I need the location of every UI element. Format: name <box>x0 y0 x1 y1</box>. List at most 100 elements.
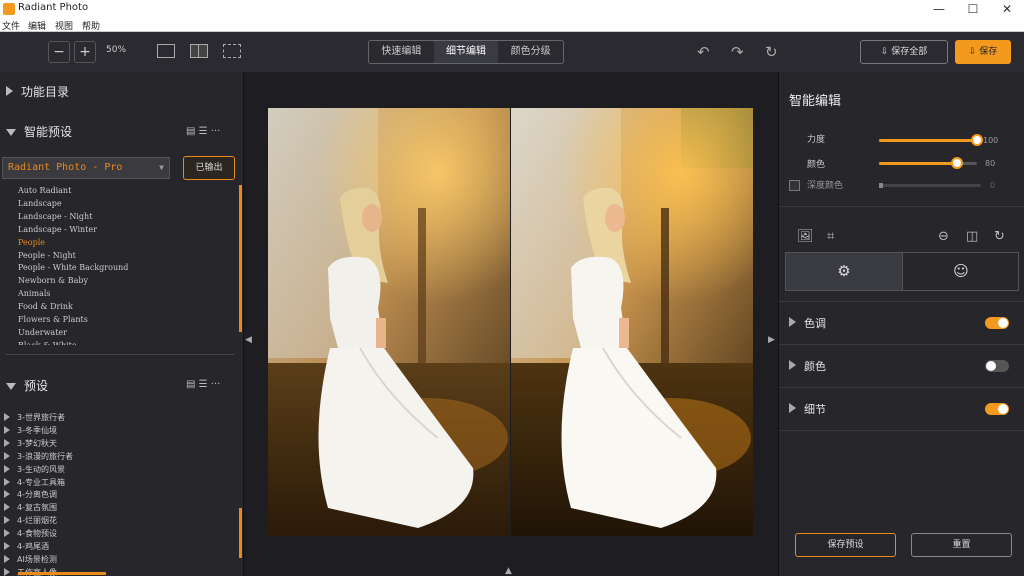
depth-color-checkbox[interactable] <box>789 180 800 191</box>
flip-vertical-icon[interactable]: ⊖ <box>938 229 949 244</box>
depth-color-value: 0 <box>990 181 996 190</box>
preset-item[interactable]: 3-生动的风景 <box>4 464 229 477</box>
strength-slider-handle[interactable] <box>971 134 983 146</box>
split-view-icon[interactable] <box>190 44 208 58</box>
smart-preset-item[interactable]: Landscape - Night <box>18 211 233 224</box>
preset-item[interactable]: 4-分离色调 <box>4 489 229 502</box>
smart-preset-item[interactable]: Animals <box>18 288 233 301</box>
smart-preset-item[interactable]: Newborn & Baby <box>18 275 233 288</box>
color-slider-handle[interactable] <box>951 157 964 169</box>
portrait-tab-icon[interactable]: ☺ <box>903 253 1019 290</box>
smart-preset-select[interactable]: Radiant Photo - Pro ▼ <box>2 157 170 179</box>
undo-icon[interactable]: ↶ <box>697 43 710 61</box>
image-canvas[interactable]: ◀ ▶ ▲ <box>244 72 778 576</box>
preset-item[interactable]: 4-鸡尾酒 <box>4 541 229 554</box>
edit-tool-tabs: ⚙ ☺ <box>785 252 1019 291</box>
app-logo-icon <box>3 3 15 15</box>
tone-toggle[interactable] <box>985 317 1009 329</box>
edit-mode-switch: 快速编辑 细节编辑 颜色分级 <box>368 40 564 64</box>
after-image[interactable] <box>511 108 753 536</box>
expand-arrow-icon <box>4 516 10 525</box>
right-panel-toggle-icon[interactable]: ▶ <box>768 335 775 345</box>
rotate-icon[interactable]: ↻ <box>994 229 1005 244</box>
catalog-title: 功能目录 <box>21 85 70 99</box>
smart-preset-item[interactable]: Flowers & Plants <box>18 314 233 327</box>
preset-item[interactable]: 3-世界旅行者 <box>4 412 229 425</box>
smart-preset-item[interactable]: Food & Drink <box>18 301 233 314</box>
smart-preset-item[interactable]: Auto Radiant <box>18 185 233 198</box>
smart-preset-item[interactable]: Underwater <box>18 327 233 340</box>
depth-color-slider[interactable] <box>879 183 981 188</box>
crop-icon[interactable]: ⌗ <box>827 229 834 244</box>
toggle-knob <box>998 404 1008 414</box>
before-image[interactable] <box>268 108 510 536</box>
image-icon[interactable]: 🖼 <box>797 229 814 244</box>
section-color[interactable]: 颜色 <box>779 344 1024 388</box>
section-tone[interactable]: 色调 <box>779 301 1024 345</box>
preset-list-scrollbar[interactable] <box>239 508 242 558</box>
chevron-down-icon: ▼ <box>159 163 164 172</box>
menu-view[interactable]: 视图 <box>55 19 73 32</box>
smart-preset-item[interactable]: Black & White <box>18 340 233 345</box>
divider <box>779 206 1024 207</box>
preset-item[interactable]: 4-复古氛围 <box>4 502 229 515</box>
strength-slider[interactable] <box>879 134 983 146</box>
redo-icon[interactable]: ↷ <box>731 43 744 61</box>
minimize-button[interactable]: — <box>922 0 956 18</box>
smart-preset-header[interactable]: 智能预设 <box>6 123 72 140</box>
menu-file[interactable]: 文件 <box>2 19 20 32</box>
divider <box>6 354 234 355</box>
menu-help[interactable]: 帮助 <box>82 19 100 32</box>
color-slider[interactable] <box>879 157 977 169</box>
preset-item[interactable]: 3-梦幻秋天 <box>4 438 229 451</box>
color-toggle[interactable] <box>985 360 1009 372</box>
preset-item[interactable]: 4-烂丽烟花 <box>4 515 229 528</box>
left-panel-toggle-icon[interactable]: ◀ <box>245 335 252 345</box>
bottom-panel-toggle-icon[interactable]: ▲ <box>505 566 512 576</box>
strength-value: 100 <box>983 136 999 145</box>
preset-select-value: Radiant Photo - Pro <box>8 162 123 173</box>
adjustments-tab-icon[interactable]: ⚙ <box>786 253 902 290</box>
preset-item[interactable]: 4-专业工具箱 <box>4 477 229 490</box>
compare-view-icon[interactable] <box>223 44 241 58</box>
smart-preset-item[interactable]: People - White Background <box>18 262 233 275</box>
tab-detail-edit[interactable]: 细节编辑 <box>433 41 499 63</box>
preset-item-label: 4-专业工具箱 <box>17 477 65 487</box>
depth-color-slider-handle[interactable] <box>879 183 883 188</box>
smart-preset-item[interactable]: Landscape - Winter <box>18 224 233 237</box>
section-tone-label: 色调 <box>804 317 826 330</box>
preset-item[interactable]: 4-食物预设 <box>4 528 229 541</box>
smart-preset-item[interactable]: People <box>18 237 233 250</box>
exported-button[interactable]: 已输出 <box>183 156 235 180</box>
zoom-out-button[interactable]: − <box>48 41 70 63</box>
tab-quick-edit[interactable]: 快速编辑 <box>369 41 434 63</box>
maximize-button[interactable]: ☐ <box>956 0 990 18</box>
preset-item[interactable]: 3-冬季仙境 <box>4 425 229 438</box>
preset-hscroll[interactable] <box>18 572 106 575</box>
save-all-button[interactable]: ⇩ 保存全部 <box>860 40 948 64</box>
close-button[interactable]: ✕ <box>990 0 1024 18</box>
section-detail[interactable]: 细节 <box>779 387 1024 431</box>
tab-color-grading[interactable]: 颜色分级 <box>498 41 563 63</box>
menu-edit[interactable]: 编辑 <box>28 19 46 32</box>
smart-preset-item[interactable]: People - Night <box>18 250 233 263</box>
zoom-in-button[interactable]: + <box>74 41 96 63</box>
toggle-knob <box>986 361 996 371</box>
save-button[interactable]: ⇩ 保存 <box>955 40 1011 64</box>
preset-item[interactable]: 3-浪漫的旅行者 <box>4 451 229 464</box>
list-view-icons[interactable]: ▤ ☰ ··· <box>186 126 220 137</box>
expand-arrow-icon <box>6 383 16 390</box>
detail-toggle[interactable] <box>985 403 1009 415</box>
save-preset-button[interactable]: 保存预设 <box>795 533 896 557</box>
smart-preset-item[interactable]: Landscape <box>18 198 233 211</box>
list-view-icons[interactable]: ▤ ☰ ··· <box>186 379 220 390</box>
presets-header[interactable]: 预设 <box>6 377 48 394</box>
expand-arrow-icon <box>4 477 10 486</box>
preset-item[interactable]: AI场景检测 <box>4 554 229 567</box>
flip-horizontal-icon[interactable]: ◫ <box>966 229 978 244</box>
reset-button[interactable]: 重置 <box>911 533 1012 557</box>
single-view-icon[interactable] <box>157 44 175 58</box>
catalog-header[interactable]: 功能目录 <box>6 83 69 100</box>
smart-list-scrollbar[interactable] <box>239 185 242 332</box>
reset-icon[interactable]: ↻ <box>765 43 778 61</box>
